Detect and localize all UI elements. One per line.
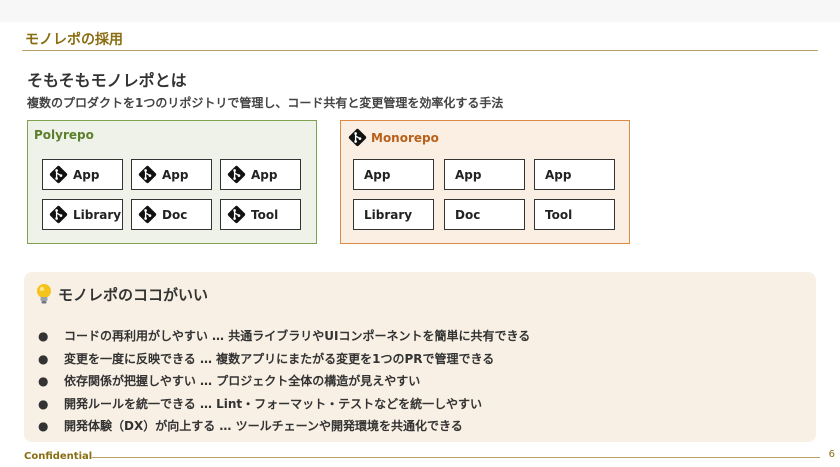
box-label: Doc xyxy=(455,207,481,222)
git-icon xyxy=(227,205,246,224)
top-bar xyxy=(0,0,840,22)
box-label: Doc xyxy=(162,207,188,222)
benefit-item: ● コードの再利用がしやすい … 共通ライブラリやUIコンポーネントを簡単に共有で… xyxy=(38,325,530,348)
page-number: 6 xyxy=(828,449,835,460)
monorepo-title-row: Monorepo xyxy=(348,128,439,147)
monorepo-title: Monorepo xyxy=(371,130,439,145)
slide-heading: そもそもモノレポとは xyxy=(27,71,187,90)
polyrepo-box-app-3: App xyxy=(220,159,301,190)
benefit-item: ● 依存関係が把握しやすい … プロジェクト全体の構造が見えやすい xyxy=(38,370,530,393)
benefit-item: ● 変更を一度に反映できる … 複数アプリにまたがる変更を1つのPRで管理できる xyxy=(38,348,530,371)
polyrepo-panel: Polyrepo App App App Library Doc Tool xyxy=(27,120,317,244)
monorepo-panel: Monorepo App App App Library Doc Tool xyxy=(340,120,630,244)
benefits-callout: モノレポのココがいい ● コードの再利用がしやすい … 共通ライブラリやUIコンポ… xyxy=(24,272,816,442)
git-icon xyxy=(227,165,246,184)
polyrepo-box-app-1: App xyxy=(42,159,123,190)
box-label: Library xyxy=(73,207,122,222)
benefit-text: コードの再利用がしやすい … 共通ライブラリやUIコンポーネントを簡単に共有でき… xyxy=(64,329,531,343)
lightbulb-icon xyxy=(34,283,54,305)
box-label: Library xyxy=(364,207,413,222)
polyrepo-box-app-2: App xyxy=(131,159,212,190)
benefits-title: モノレポのココがいい xyxy=(58,285,209,304)
section-title: モノレポの採用 xyxy=(25,32,123,48)
box-label: App xyxy=(455,167,482,182)
git-icon xyxy=(348,128,367,147)
git-icon xyxy=(138,205,157,224)
title-divider xyxy=(22,50,818,51)
box-label: Tool xyxy=(251,207,279,222)
polyrepo-box-tool: Tool xyxy=(220,199,301,230)
bullet-dot: ● xyxy=(38,374,49,388)
monorepo-box-doc: Doc xyxy=(444,199,525,230)
box-label: App xyxy=(73,167,100,182)
benefit-item: ● 開発ルールを統一できる … Lint・フォーマット・テストなどを統一しやすい xyxy=(38,393,530,416)
benefit-text: 依存関係が把握しやすい … プロジェクト全体の構造が見えやすい xyxy=(64,374,421,388)
polyrepo-box-library: Library xyxy=(42,199,123,230)
git-icon xyxy=(49,205,68,224)
bullet-dot: ● xyxy=(38,329,49,343)
footer-divider xyxy=(92,457,820,458)
benefit-text: 開発ルールを統一できる … Lint・フォーマット・テストなどを統一しやすい xyxy=(64,396,483,411)
git-icon xyxy=(138,165,157,184)
bullet-dot: ● xyxy=(38,351,49,366)
benefits-list: ● コードの再利用がしやすい … 共通ライブラリやUIコンポーネントを簡単に共有で… xyxy=(38,325,530,438)
slide-subheading: 複数のプロダクトを1つのリポジトリで管理し、コード共有と変更管理を効率化する手法 xyxy=(27,96,504,110)
monorepo-box-app-3: App xyxy=(534,159,615,190)
benefit-text: 変更を一度に反映できる … 複数アプリにまたがる変更を1つのPRで管理できる xyxy=(64,351,495,366)
polyrepo-title: Polyrepo xyxy=(34,128,94,142)
bullet-dot: ● xyxy=(38,419,49,433)
box-label: App xyxy=(545,167,572,182)
bullet-dot: ● xyxy=(38,396,49,411)
polyrepo-box-doc: Doc xyxy=(131,199,212,230)
benefits-title-row: モノレポのココがいい xyxy=(34,283,208,305)
benefit-text: 開発体験（DX）が向上する … ツールチェーンや開発環境を共通化できる xyxy=(64,419,463,433)
monorepo-box-app-2: App xyxy=(444,159,525,190)
box-label: App xyxy=(162,167,189,182)
footer-confidential: Confidential xyxy=(24,451,93,462)
git-icon xyxy=(49,165,68,184)
box-label: App xyxy=(251,167,278,182)
monorepo-box-app-1: App xyxy=(353,159,434,190)
monorepo-box-library: Library xyxy=(353,199,434,230)
box-label: App xyxy=(364,167,391,182)
monorepo-box-tool: Tool xyxy=(534,199,615,230)
benefit-item: ● 開発体験（DX）が向上する … ツールチェーンや開発環境を共通化できる xyxy=(38,415,530,438)
box-label: Tool xyxy=(545,207,573,222)
